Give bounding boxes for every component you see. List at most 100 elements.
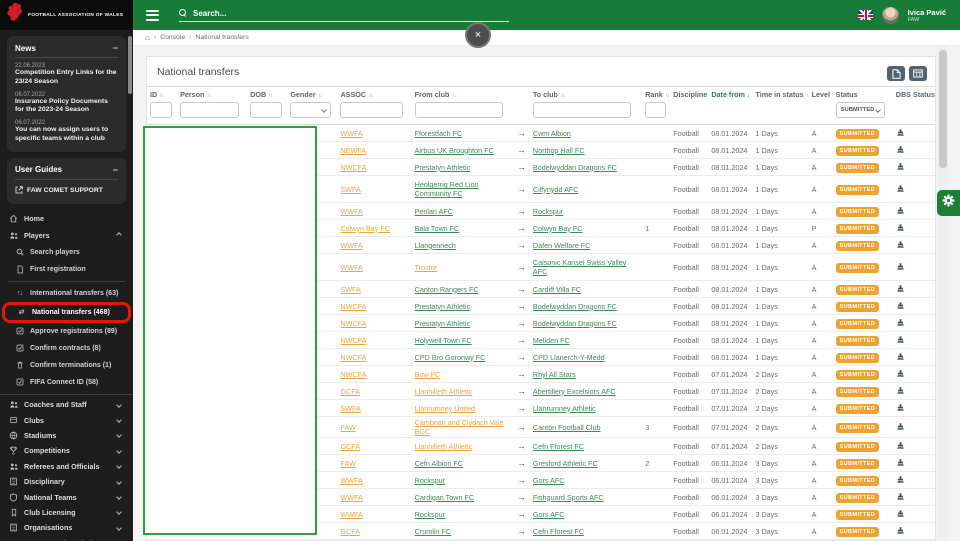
from-club-link[interactable]: Airbus UK Broughton FC [415,146,494,155]
column-header-id[interactable]: ID ↑↓ [147,86,178,100]
dbs-status-icon[interactable] [896,441,905,452]
column-header-from-club[interactable]: From club ↑↓ [411,86,514,100]
filter-person-input[interactable] [180,102,240,118]
breadcrumb-console[interactable]: Console [160,34,185,41]
filter-dob-input[interactable] [250,102,282,118]
search-input[interactable] [193,8,473,18]
column-header-time-in-status[interactable]: Time in status↑↓ [752,86,809,100]
assoc-link[interactable]: WWFA [340,207,362,216]
sidebar-item-competitions[interactable]: Competitions [0,443,133,458]
from-club-link[interactable]: Cefn Albion FC [415,459,463,468]
dbs-status-icon[interactable] [896,240,905,251]
from-club-link[interactable]: Trostre [415,263,438,272]
sidebar-item-players[interactable]: Players [0,227,133,244]
assoc-link[interactable]: WWFA [340,263,362,272]
filter-assoc-input[interactable] [340,102,404,118]
to-club-link[interactable]: Northop Hall FC [533,146,585,155]
assoc-link[interactable]: SWFA [340,285,360,294]
news-item[interactable]: 06.07.2022 You can now assign users to s… [15,120,118,144]
to-club-link[interactable]: Cilfynydd AFC [533,185,579,194]
dbs-status-icon[interactable] [896,403,905,414]
to-club-link[interactable]: Abertillery Excelsiors AFC [533,387,616,396]
assoc-link[interactable]: FAW [340,459,355,468]
to-club-link[interactable]: Rhyl All Stars [533,370,576,379]
from-club-link[interactable]: Llanhilleth Athletic [415,387,473,396]
assoc-link[interactable]: NWCFA [340,370,366,379]
sidebar-item-search-players[interactable]: Search players [0,244,133,261]
assoc-link[interactable]: GCFA [340,442,360,451]
dbs-status-icon[interactable] [896,206,905,217]
to-club-link[interactable]: Dafen Welfare FC [533,241,590,250]
assoc-link[interactable]: NWCFA [340,353,366,362]
close-overlay-button[interactable]: × [465,22,491,48]
column-header-level[interactable]: Level↑↓ [808,86,833,100]
from-club-link[interactable]: Rockspur [415,510,445,519]
sidebar-item-confirm-terminations-1[interactable]: Confirm terminations (1) [0,357,133,374]
dbs-status-icon[interactable] [896,145,905,156]
scrollbar-thumb[interactable] [939,50,947,168]
export-file-button[interactable] [887,66,905,81]
sidebar-item-referees-and-officials[interactable]: Referees and Officials [0,459,133,474]
filter-to-club-input[interactable] [532,102,631,118]
dbs-status-icon[interactable] [896,509,905,520]
from-club-link[interactable]: Fforestfach FC [415,129,463,138]
dbs-status-icon[interactable] [896,335,905,346]
from-club-link[interactable]: Heolgerrig Red Lion Community FC [415,180,511,198]
assoc-link[interactable]: WWFA [340,510,362,519]
settings-gear-button[interactable] [937,190,960,216]
sort-icon[interactable]: ↑↓ [206,93,211,99]
sidebar-item-home[interactable]: Home [0,210,133,227]
to-club-link[interactable]: Cefn Fforest FC [533,442,584,451]
filter-from-club-input[interactable] [414,102,504,118]
assoc-link[interactable]: WWFA [340,493,362,502]
sort-icon[interactable]: ↑↓ [318,93,323,99]
assoc-link[interactable]: NEWFA [340,146,366,155]
uk-flag-icon[interactable] [857,10,873,20]
sort-icon[interactable]: ↑↓ [665,93,670,99]
assoc-link[interactable]: GCFA [340,387,360,396]
to-club-link[interactable]: Gors AFC [533,510,565,519]
to-club-link[interactable]: Cefn Fforest FC [533,527,584,536]
sidebar-item-reports-and-statistics[interactable]: Reports and Statistics [0,535,133,541]
from-club-link[interactable]: Prestatyn Athletic [415,163,471,172]
from-club-link[interactable]: Rockspur [415,476,445,485]
to-club-link[interactable]: Cardiff Villa FC [533,285,581,294]
dbs-status-icon[interactable] [896,475,905,486]
to-club-link[interactable]: Calsonic Kansei Swiss Valley AFC [533,258,639,276]
to-club-link[interactable]: Bodelwyddan Dragons FC [533,319,617,328]
assoc-link[interactable]: WWFA [340,476,362,485]
dbs-status-icon[interactable] [896,301,905,312]
from-club-link[interactable]: Bow FC [415,370,441,379]
filter-rank-input[interactable] [645,102,666,118]
columns-settings-button[interactable] [909,66,927,81]
to-club-link[interactable]: Meliden FC [533,336,570,345]
from-club-link[interactable]: Crumlin FC [415,527,451,536]
assoc-link[interactable]: SWFA [340,404,360,413]
sidebar-item-fifa-connect-id-58[interactable]: FIFA Connect ID (58) [0,374,133,391]
sort-desc-icon[interactable]: ↓ [747,93,750,99]
collapse-icon[interactable]: − [113,43,118,53]
dbs-status-icon[interactable] [896,318,905,329]
assoc-link[interactable]: NWCFA [340,319,366,328]
assoc-link[interactable]: Colwyn Bay FC [340,224,390,233]
from-club-link[interactable]: Llanhilleth Athletic [415,442,473,451]
column-header-dob[interactable]: DOB ↑↓ [247,86,288,100]
sort-icon[interactable]: ↑↓ [806,93,809,99]
assoc-link[interactable]: GCFA [340,527,360,536]
column-header-date-from[interactable]: Date from ↓ [708,86,753,100]
from-club-link[interactable]: Prestatyn Athletic [415,302,471,311]
avatar[interactable] [881,6,899,24]
from-club-link[interactable]: Penlan AFC [415,207,453,216]
dbs-status-icon[interactable] [896,184,905,195]
sidebar-item-stadiums[interactable]: Stadiums [0,428,133,443]
from-club-link[interactable]: Bala Town FC [415,224,460,233]
assoc-link[interactable]: NWCFA [340,302,366,311]
column-header-person[interactable]: Person ↑↓ [177,86,248,100]
filter-status-select[interactable]: SUBMITTED [835,102,886,118]
from-club-link[interactable]: Llanrumney United [415,404,475,413]
column-header-rank[interactable]: Rank ↑↓ [642,86,671,100]
home-icon[interactable]: ⌂ [145,33,150,42]
from-club-link[interactable]: Prestatyn Athletic [415,319,471,328]
assoc-link[interactable]: FAW [340,423,355,432]
from-club-link[interactable]: Llangennech [415,241,456,250]
